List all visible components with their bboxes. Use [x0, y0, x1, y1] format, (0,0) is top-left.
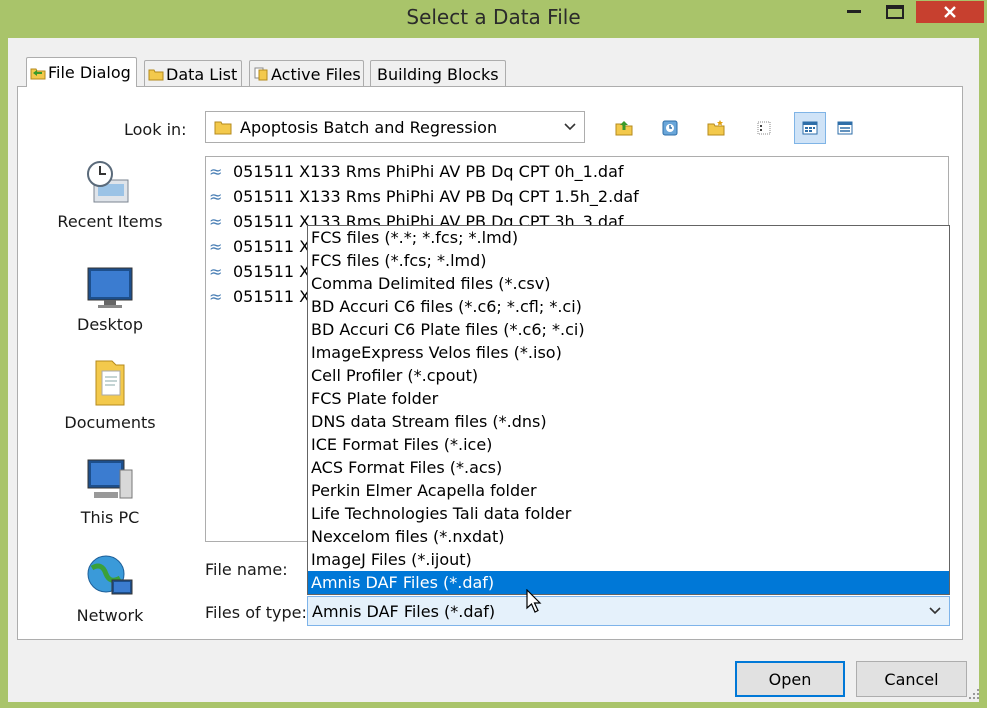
list-item[interactable]: ≈051511 X133 Rms PhiPhi AV PB Dq CPT 1.5… — [209, 184, 639, 208]
look-in-combobox[interactable]: Apoptosis Batch and Regression — [205, 111, 585, 143]
minimize-button[interactable] — [833, 0, 875, 24]
list-item[interactable]: ≈051511 X1 — [209, 234, 320, 258]
list-item[interactable]: ≈051511 X1 — [209, 284, 320, 308]
recent-items-icon — [87, 161, 129, 203]
place-documents[interactable]: Documents — [40, 357, 180, 432]
open-button[interactable]: Open — [735, 661, 845, 697]
dropdown-option[interactable]: ACS Format Files (*.acs) — [308, 456, 949, 479]
tab-label: Active Files — [271, 64, 361, 84]
files-of-type-combobox[interactable]: Amnis DAF Files (*.daf) — [307, 596, 950, 626]
dropdown-option[interactable]: Nexcelom files (*.nxdat) — [308, 525, 949, 548]
dropdown-option[interactable]: BD Accuri C6 files (*.c6; *.cfl; *.ci) — [308, 295, 949, 318]
tab-active-files[interactable]: Active Files — [249, 60, 364, 87]
file-name-label: File name: — [205, 560, 288, 579]
dropdown-option[interactable]: Perkin Elmer Acapella folder — [308, 479, 949, 502]
recent-icon — [662, 120, 678, 136]
place-label: Documents — [64, 413, 156, 432]
place-label: Network — [76, 606, 144, 625]
resize-grip-icon[interactable] — [968, 688, 980, 700]
dropdown-option[interactable]: FCS Plate folder — [308, 387, 949, 410]
data-file-icon: ≈ — [209, 286, 223, 306]
up-folder-button[interactable] — [608, 112, 640, 144]
data-file-icon: ≈ — [209, 161, 223, 181]
list-view-icon — [837, 121, 853, 135]
files-icon — [254, 67, 268, 81]
dropdown-option-selected[interactable]: Amnis DAF Files (*.daf) — [308, 571, 949, 594]
up-folder-icon — [615, 121, 633, 136]
close-button[interactable] — [916, 1, 984, 23]
folder-icon — [148, 69, 164, 81]
folder-icon — [214, 121, 232, 135]
close-icon — [944, 6, 956, 18]
dropdown-option[interactable]: BD Accuri C6 Plate files (*.c6; *.ci) — [308, 318, 949, 341]
network-icon — [87, 555, 133, 595]
documents-icon — [95, 360, 125, 406]
data-file-icon: ≈ — [209, 261, 223, 281]
look-in-label: Look in: — [124, 120, 187, 139]
files-of-type-value: Amnis DAF Files (*.daf) — [312, 601, 496, 621]
recent-button[interactable] — [654, 112, 686, 144]
data-file-icon: ≈ — [209, 211, 223, 231]
maximize-button[interactable] — [877, 0, 913, 24]
dropdown-option[interactable]: ICE Format Files (*.ice) — [308, 433, 949, 456]
chevron-down-icon — [929, 607, 941, 615]
place-label: Recent Items — [57, 212, 163, 231]
dropdown-option[interactable]: Cell Profiler (*.cpout) — [308, 364, 949, 387]
place-desktop[interactable]: Desktop — [40, 265, 180, 334]
dropdown-option[interactable]: FCS files (*.fcs; *.lmd) — [308, 249, 949, 272]
place-network[interactable]: Network — [40, 552, 180, 625]
icon-view-icon — [802, 121, 818, 135]
new-folder-button[interactable] — [700, 112, 732, 144]
list-view-button[interactable] — [829, 112, 861, 144]
minimize-icon — [847, 10, 861, 13]
icon-view-button[interactable] — [794, 112, 826, 144]
tab-label: Data List — [166, 64, 238, 84]
dropdown-option[interactable]: Life Technologies Tali data folder — [308, 502, 949, 525]
tab-building-blocks[interactable]: Building Blocks — [370, 60, 506, 87]
data-file-icon: ≈ — [209, 236, 223, 256]
folder-open-icon — [30, 68, 46, 79]
dropdown-option[interactable]: ImageJ Files (*.ijout) — [308, 548, 949, 571]
dropdown-option[interactable]: FCS files (*.*; *.fcs; *.lmd) — [308, 226, 949, 249]
tab-label: File Dialog — [48, 63, 131, 82]
tab-file-dialog[interactable]: File Dialog — [26, 57, 137, 87]
computer-icon — [87, 459, 133, 499]
details-view-button[interactable] — [748, 112, 780, 144]
chevron-down-icon — [564, 123, 576, 131]
dropdown-option[interactable]: DNS data Stream files (*.dns) — [308, 410, 949, 433]
new-folder-icon — [707, 120, 725, 136]
list-item[interactable]: ≈051511 X1 — [209, 259, 320, 283]
files-of-type-dropdown[interactable]: FCS files (*.*; *.fcs; *.lmd) FCS files … — [307, 225, 950, 595]
files-of-type-label: Files of type: — [205, 603, 307, 622]
data-file-icon: ≈ — [209, 186, 223, 206]
dropdown-option[interactable]: Comma Delimited files (*.csv) — [308, 272, 949, 295]
tab-data-list[interactable]: Data List — [144, 60, 242, 87]
place-recent-items[interactable]: Recent Items — [40, 158, 180, 231]
details-view-icon — [757, 121, 771, 135]
list-item[interactable]: ≈051511 X133 Rms PhiPhi AV PB Dq CPT 0h_… — [209, 159, 624, 183]
cancel-button[interactable]: Cancel — [856, 661, 967, 697]
dropdown-option[interactable]: ImageExpress Velos files (*.iso) — [308, 341, 949, 364]
place-label: Desktop — [77, 315, 143, 334]
maximize-icon — [886, 5, 904, 19]
mouse-cursor-icon — [526, 589, 542, 613]
tab-label: Building Blocks — [377, 64, 499, 84]
desktop-icon — [87, 267, 133, 308]
look-in-value: Apoptosis Batch and Regression — [240, 117, 498, 137]
place-this-pc[interactable]: This PC — [40, 456, 180, 527]
place-label: This PC — [80, 508, 140, 527]
